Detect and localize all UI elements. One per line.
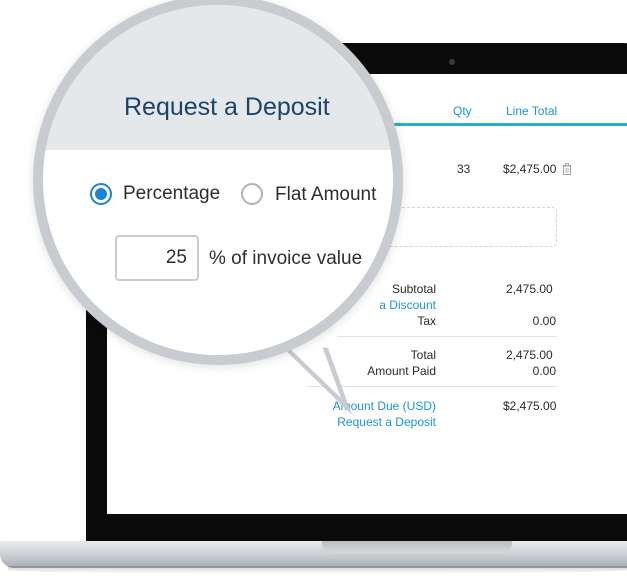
flat-amount-radio[interactable] <box>241 183 263 205</box>
popup-title: Request a Deposit <box>124 93 330 121</box>
percentage-option-label[interactable]: Percentage <box>123 183 220 205</box>
popup-header <box>43 5 393 150</box>
flat-amount-option-label[interactable]: Flat Amount <box>275 184 376 206</box>
percentage-radio[interactable] <box>90 183 112 205</box>
deposit-amount-input[interactable] <box>115 235 199 281</box>
deposit-magnifier-popup: Request a Deposit Percentage Flat Amount… <box>33 0 403 365</box>
amount-suffix-label: % of invoice value <box>209 248 363 269</box>
